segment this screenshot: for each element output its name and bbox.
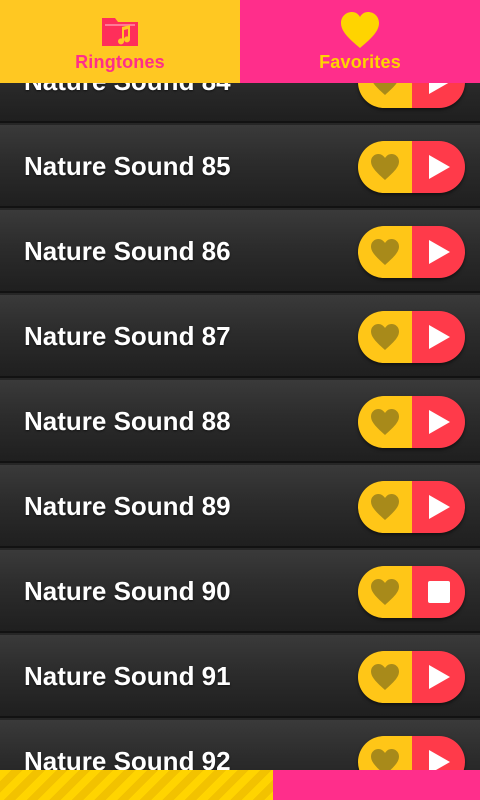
- heart-icon: [371, 239, 399, 265]
- ringtone-title: Nature Sound 87: [24, 321, 231, 351]
- ringtone-controls: [358, 311, 465, 363]
- favorite-button[interactable]: [358, 311, 412, 363]
- play-button[interactable]: [412, 311, 465, 363]
- ringtone-controls: [358, 226, 465, 278]
- heart-icon: [371, 664, 399, 690]
- heart-icon: [371, 324, 399, 350]
- list-item[interactable]: Nature Sound 85: [0, 125, 480, 208]
- ringtone-title: Nature Sound 92: [24, 746, 231, 770]
- ringtone-title: Nature Sound 89: [24, 491, 231, 521]
- heart-icon: [371, 154, 399, 180]
- play-icon: [429, 495, 450, 519]
- ringtone-controls: [358, 566, 465, 618]
- play-button[interactable]: [412, 396, 465, 448]
- play-button[interactable]: [412, 481, 465, 533]
- play-button[interactable]: [412, 736, 465, 770]
- favorite-button[interactable]: [358, 396, 412, 448]
- stop-button[interactable]: [412, 566, 465, 618]
- heart-icon: [341, 12, 379, 48]
- play-icon: [429, 410, 450, 434]
- ringtone-title: Nature Sound 90: [24, 576, 231, 606]
- ringtone-list[interactable]: Nature Sound 84 Nature Sound 85 Nature S…: [0, 0, 480, 770]
- favorite-button[interactable]: [358, 141, 412, 193]
- list-item[interactable]: Nature Sound 88: [0, 380, 480, 463]
- play-icon: [429, 750, 450, 770]
- tab-bar: Ringtones Favorites: [0, 0, 480, 83]
- favorite-button[interactable]: [358, 226, 412, 278]
- play-button[interactable]: [412, 141, 465, 193]
- play-icon: [429, 665, 450, 689]
- favorite-button[interactable]: [358, 481, 412, 533]
- heart-icon: [371, 749, 399, 770]
- folder-music-icon: [102, 18, 138, 46]
- ringtone-controls: [358, 736, 465, 770]
- bottom-banner: [0, 770, 480, 800]
- banner-stripes: [0, 770, 273, 800]
- heart-icon: [371, 409, 399, 435]
- ringtone-title: Nature Sound 88: [24, 406, 231, 436]
- list-item[interactable]: Nature Sound 92: [0, 720, 480, 770]
- ringtone-title: Nature Sound 85: [24, 151, 231, 181]
- play-icon: [429, 155, 450, 179]
- play-icon: [429, 240, 450, 264]
- ringtone-controls: [358, 481, 465, 533]
- list-item[interactable]: Nature Sound 90: [0, 550, 480, 633]
- play-button[interactable]: [412, 651, 465, 703]
- favorite-button[interactable]: [358, 651, 412, 703]
- play-icon: [429, 325, 450, 349]
- list-item[interactable]: Nature Sound 89: [0, 465, 480, 548]
- list-item[interactable]: Nature Sound 91: [0, 635, 480, 718]
- list-item[interactable]: Nature Sound 87: [0, 295, 480, 378]
- tab-label: Ringtones: [75, 52, 165, 72]
- heart-icon: [371, 579, 399, 605]
- list-item[interactable]: Nature Sound 86: [0, 210, 480, 293]
- ringtone-title: Nature Sound 91: [24, 661, 231, 691]
- ringtone-controls: [358, 396, 465, 448]
- tab-label: Favorites: [319, 52, 401, 72]
- tab-favorites[interactable]: Favorites: [240, 0, 480, 83]
- favorite-button[interactable]: [358, 736, 412, 770]
- ringtone-controls: [358, 141, 465, 193]
- play-button[interactable]: [412, 226, 465, 278]
- stop-icon: [428, 581, 450, 603]
- ringtone-controls: [358, 651, 465, 703]
- ringtone-title: Nature Sound 86: [24, 236, 231, 266]
- favorite-button[interactable]: [358, 566, 412, 618]
- tab-ringtones[interactable]: Ringtones: [0, 0, 240, 83]
- heart-icon: [371, 494, 399, 520]
- banner-pink: [273, 770, 480, 800]
